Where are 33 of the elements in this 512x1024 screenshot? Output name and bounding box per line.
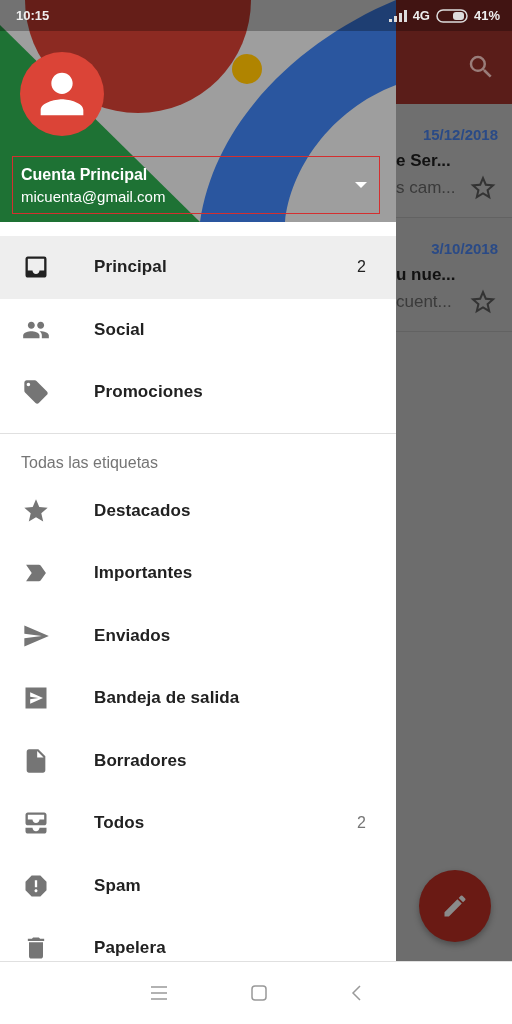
menu-label: Bandeja de salida (94, 688, 241, 709)
count-text: 2 (357, 814, 366, 833)
menu-label: Importantes (94, 563, 194, 584)
time-text: 10:15 (16, 8, 50, 23)
menu-label: Principal (94, 257, 168, 278)
battery-text: 41% (473, 8, 500, 23)
email-date: 15/12/2018 (422, 126, 498, 143)
email-subject: u nue... (396, 265, 456, 285)
menu-label: Promociones (94, 382, 204, 403)
email-subject: e Ser... (396, 151, 451, 171)
network-text: 4G (412, 8, 430, 23)
dropdown-icon (355, 182, 367, 188)
account-email: micuenta@gmail.com (21, 187, 166, 205)
menu-label: Borradores (94, 750, 188, 771)
signal-icon (388, 9, 407, 22)
count-text: 2 (357, 258, 366, 277)
menu-label: Papelera (94, 938, 167, 959)
back-icon[interactable] (351, 985, 361, 1001)
section-header: Todas las etiquetas (20, 452, 159, 473)
account-name: Cuenta Principal (21, 165, 149, 184)
menu-label: Enviados (94, 625, 172, 646)
home-icon[interactable] (251, 985, 267, 1001)
menu-label: Social (94, 319, 146, 340)
compose-button[interactable] (419, 870, 491, 942)
menu-icon[interactable] (151, 986, 167, 1000)
tag-icon (22, 378, 50, 407)
menu-label: Spam (94, 875, 142, 896)
battery-icon (435, 8, 468, 23)
menu-item[interactable]: Principal 2 (0, 236, 396, 299)
menu-label: Todos (94, 813, 146, 834)
menu-label: Destacados (94, 500, 192, 521)
account-switcher[interactable]: Cuenta Principal micuenta@gmail.com (12, 156, 380, 214)
email-date: 3/10/2018 (431, 240, 498, 257)
